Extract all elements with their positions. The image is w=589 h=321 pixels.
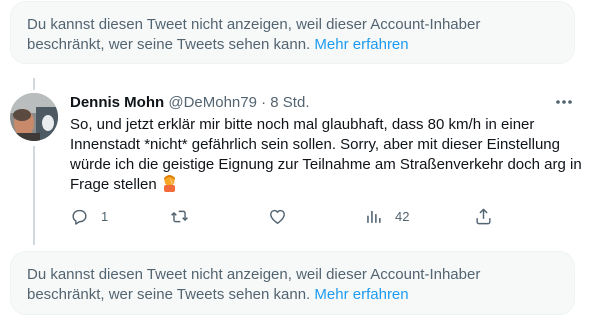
person-facepalming-emoji xyxy=(161,175,178,198)
more-options-button[interactable] xyxy=(553,92,575,112)
separator-dot: · xyxy=(261,94,267,111)
like-button[interactable] xyxy=(268,205,299,227)
reply-button[interactable]: 1 xyxy=(70,205,108,227)
author-name[interactable]: Dennis Mohn xyxy=(70,94,164,111)
notice-text: Du kannst diesen Tweet nicht anzeigen, w… xyxy=(27,16,481,53)
share-icon xyxy=(476,208,491,224)
retweet-icon xyxy=(171,210,188,222)
avatar[interactable] xyxy=(10,93,58,141)
share-button[interactable] xyxy=(474,205,493,227)
views-icon xyxy=(367,210,381,223)
author-handle[interactable]: @DeMohn79 xyxy=(168,94,257,111)
tweet-header: Dennis Mohn @DeMohn79 · 8 Std. xyxy=(70,93,310,113)
tweet-actions: 1 42 xyxy=(70,205,500,227)
tweet-timestamp[interactable]: 8 Std. xyxy=(270,94,309,111)
restricted-tweet-notice: Du kannst diesen Tweet nicht anzeigen, w… xyxy=(10,251,575,315)
views-button[interactable]: 42 xyxy=(364,205,409,227)
learn-more-link[interactable]: Mehr erfahren xyxy=(314,286,408,303)
tweet-text: So, und jetzt erklär mir bitte noch mal … xyxy=(70,115,585,198)
more-horizontal-icon xyxy=(556,100,572,104)
reply-count: 1 xyxy=(101,208,109,224)
learn-more-link[interactable]: Mehr erfahren xyxy=(314,36,408,53)
notice-text: Du kannst diesen Tweet nicht anzeigen, w… xyxy=(27,266,481,303)
views-count: 42 xyxy=(395,208,410,224)
restricted-tweet-notice: Du kannst diesen Tweet nicht anzeigen, w… xyxy=(10,1,575,64)
thread-connector-line xyxy=(33,78,35,90)
tweet-body: So, und jetzt erklär mir bitte noch mal … xyxy=(70,116,582,193)
retweet-button[interactable] xyxy=(170,205,201,227)
reply-icon xyxy=(72,209,87,225)
heart-icon xyxy=(270,209,285,224)
thread-connector-line xyxy=(33,146,35,245)
